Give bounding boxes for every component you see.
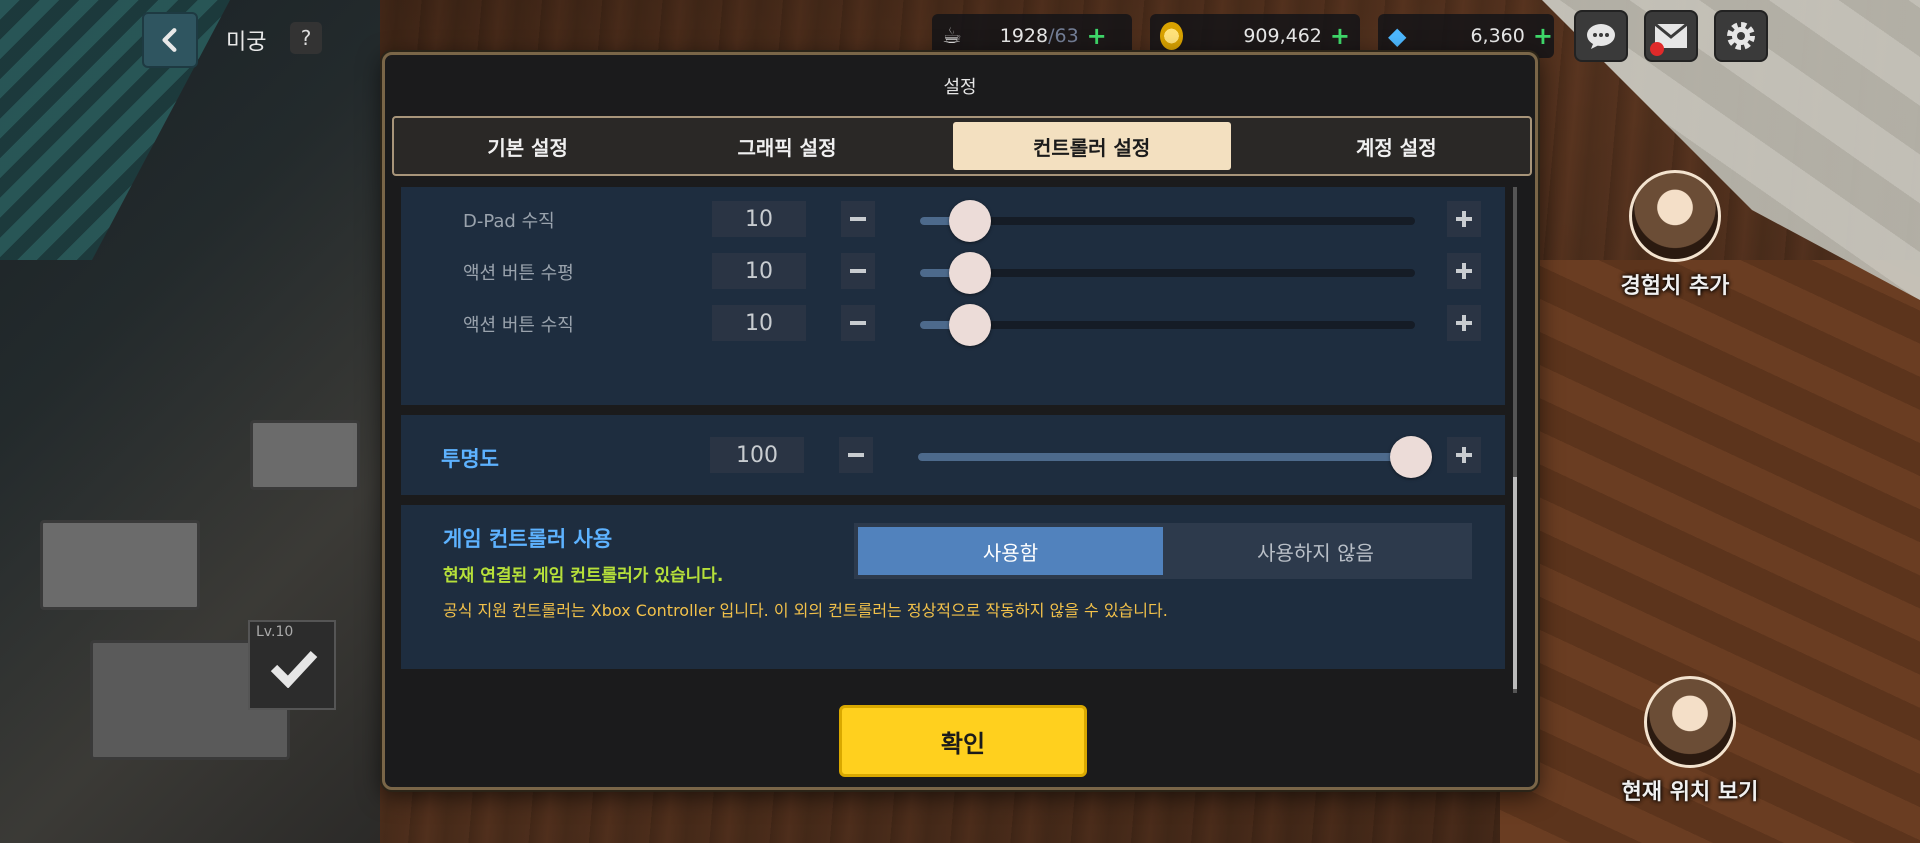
slider-fill xyxy=(918,453,1411,461)
tab-graphics[interactable]: 그래픽 설정 xyxy=(657,122,916,170)
increase-button[interactable] xyxy=(1447,437,1481,473)
controller-panel: 게임 컨트롤러 사용 현재 연결된 게임 컨트롤러가 있습니다. 공식 지원 컨… xyxy=(401,505,1505,669)
controller-toggle: 사용함 사용하지 않음 xyxy=(854,523,1472,579)
slider-value: 10 xyxy=(712,253,806,289)
robot-icon xyxy=(1629,170,1721,262)
chat-icon xyxy=(1587,24,1615,49)
decrease-button[interactable] xyxy=(839,437,873,473)
controller-note: 공식 지원 컨트롤러는 Xbox Controller 입니다. 이 외의 컨트… xyxy=(443,601,1168,620)
confirm-button[interactable]: 확인 xyxy=(839,705,1087,777)
slider-label: 액션 버튼 수직 xyxy=(463,315,574,336)
plus-icon xyxy=(1456,211,1472,227)
disable-controller-option[interactable]: 사용하지 않음 xyxy=(1163,527,1468,575)
slider-value: 10 xyxy=(712,305,806,341)
tab-controller[interactable]: 컨트롤러 설정 xyxy=(952,122,1231,170)
slider-row: 액션 버튼 수평 10 xyxy=(401,249,1505,294)
plus-icon xyxy=(1456,263,1472,279)
stone-block xyxy=(40,520,200,610)
minus-icon xyxy=(850,321,866,325)
slider-row: 액션 버튼 수직 10 xyxy=(401,301,1505,346)
tab-basic[interactable]: 기본 설정 xyxy=(398,122,657,170)
stamina-max: /63 xyxy=(1048,25,1079,47)
settings-content: D-Pad 수직 10 액션 버튼 수평 10 액션 버튼 수직 10 투명도 … xyxy=(401,187,1517,745)
minus-icon xyxy=(850,269,866,273)
tab-account[interactable]: 계정 설정 xyxy=(1267,122,1526,170)
minus-icon xyxy=(850,217,866,221)
exp-bonus-label: 경험치 추가 xyxy=(1620,274,1730,299)
decrease-button[interactable] xyxy=(841,201,875,237)
opacity-value: 100 xyxy=(710,437,804,473)
add-stamina-icon[interactable]: + xyxy=(1087,22,1107,50)
exp-bonus-badge[interactable]: 경험치 추가 xyxy=(1600,170,1750,300)
add-gem-icon[interactable]: + xyxy=(1533,22,1553,50)
stone-block xyxy=(250,420,360,490)
slider-thumb[interactable] xyxy=(948,252,991,294)
slider-thumb[interactable] xyxy=(948,200,991,242)
opacity-panel: 투명도 100 xyxy=(401,415,1505,495)
plus-icon xyxy=(1456,447,1472,463)
scrollbar[interactable] xyxy=(1513,187,1517,693)
gold-coin-icon xyxy=(1160,22,1184,50)
stamina-value: 1928 xyxy=(999,25,1049,47)
controller-title: 게임 컨트롤러 사용 xyxy=(443,527,613,551)
slider-label: D-Pad 수직 xyxy=(463,211,555,232)
increase-button[interactable] xyxy=(1447,201,1481,237)
location-label: 미궁 xyxy=(226,30,267,55)
increase-button[interactable] xyxy=(1447,253,1481,289)
dialog-title: 설정 xyxy=(943,77,977,98)
use-controller-option[interactable]: 사용함 xyxy=(858,527,1163,575)
gear-icon xyxy=(1727,22,1755,50)
slider-row: D-Pad 수직 10 xyxy=(401,197,1505,242)
gold-value: 909,462 xyxy=(1243,25,1322,47)
slider-track[interactable] xyxy=(920,200,1415,242)
level-card[interactable]: Lv.10 xyxy=(248,620,336,710)
settings-dialog: 설정 기본 설정 그래픽 설정 컨트롤러 설정 계정 설정 D-Pad 수직 1… xyxy=(382,52,1538,790)
opacity-label: 투명도 xyxy=(441,447,499,471)
current-location-badge[interactable]: 현재 위치 보기 xyxy=(1600,676,1780,806)
help-icon[interactable]: ? xyxy=(290,22,322,54)
settings-tabs: 기본 설정 그래픽 설정 컨트롤러 설정 계정 설정 xyxy=(392,116,1532,176)
back-button[interactable] xyxy=(142,12,198,68)
robot-icon xyxy=(1644,676,1736,768)
chat-button[interactable] xyxy=(1574,10,1628,62)
slider-thumb[interactable] xyxy=(1389,436,1432,478)
increase-button[interactable] xyxy=(1447,305,1481,341)
slider-thumb[interactable] xyxy=(948,304,991,346)
checkmark-icon xyxy=(270,650,318,688)
gem-value: 6,360 xyxy=(1470,25,1525,47)
controller-status: 현재 연결된 게임 컨트롤러가 있습니다. xyxy=(443,566,724,586)
current-location-label: 현재 위치 보기 xyxy=(1621,780,1759,805)
opacity-track[interactable] xyxy=(918,436,1432,478)
slider-track[interactable] xyxy=(920,252,1415,294)
settings-button[interactable] xyxy=(1714,10,1768,62)
decrease-button[interactable] xyxy=(841,305,875,341)
slider-track[interactable] xyxy=(920,304,1415,346)
slider-label: 액션 버튼 수평 xyxy=(463,263,574,284)
level-label: Lv.10 xyxy=(256,624,294,640)
notification-dot xyxy=(1650,42,1664,56)
add-gold-icon[interactable]: + xyxy=(1330,22,1350,50)
minus-icon xyxy=(848,453,864,457)
button-size-panel: D-Pad 수직 10 액션 버튼 수평 10 액션 버튼 수직 10 xyxy=(401,187,1505,405)
slider-value: 10 xyxy=(712,201,806,237)
mail-button[interactable] xyxy=(1644,10,1698,62)
opacity-row: 투명도 100 xyxy=(401,433,1505,478)
plus-icon xyxy=(1456,315,1472,331)
chevron-left-icon xyxy=(162,28,177,52)
coffee-icon: ☕ xyxy=(942,23,962,49)
scroll-thumb[interactable] xyxy=(1513,477,1517,689)
decrease-button[interactable] xyxy=(841,253,875,289)
diamond-icon: ◆ xyxy=(1388,22,1407,50)
